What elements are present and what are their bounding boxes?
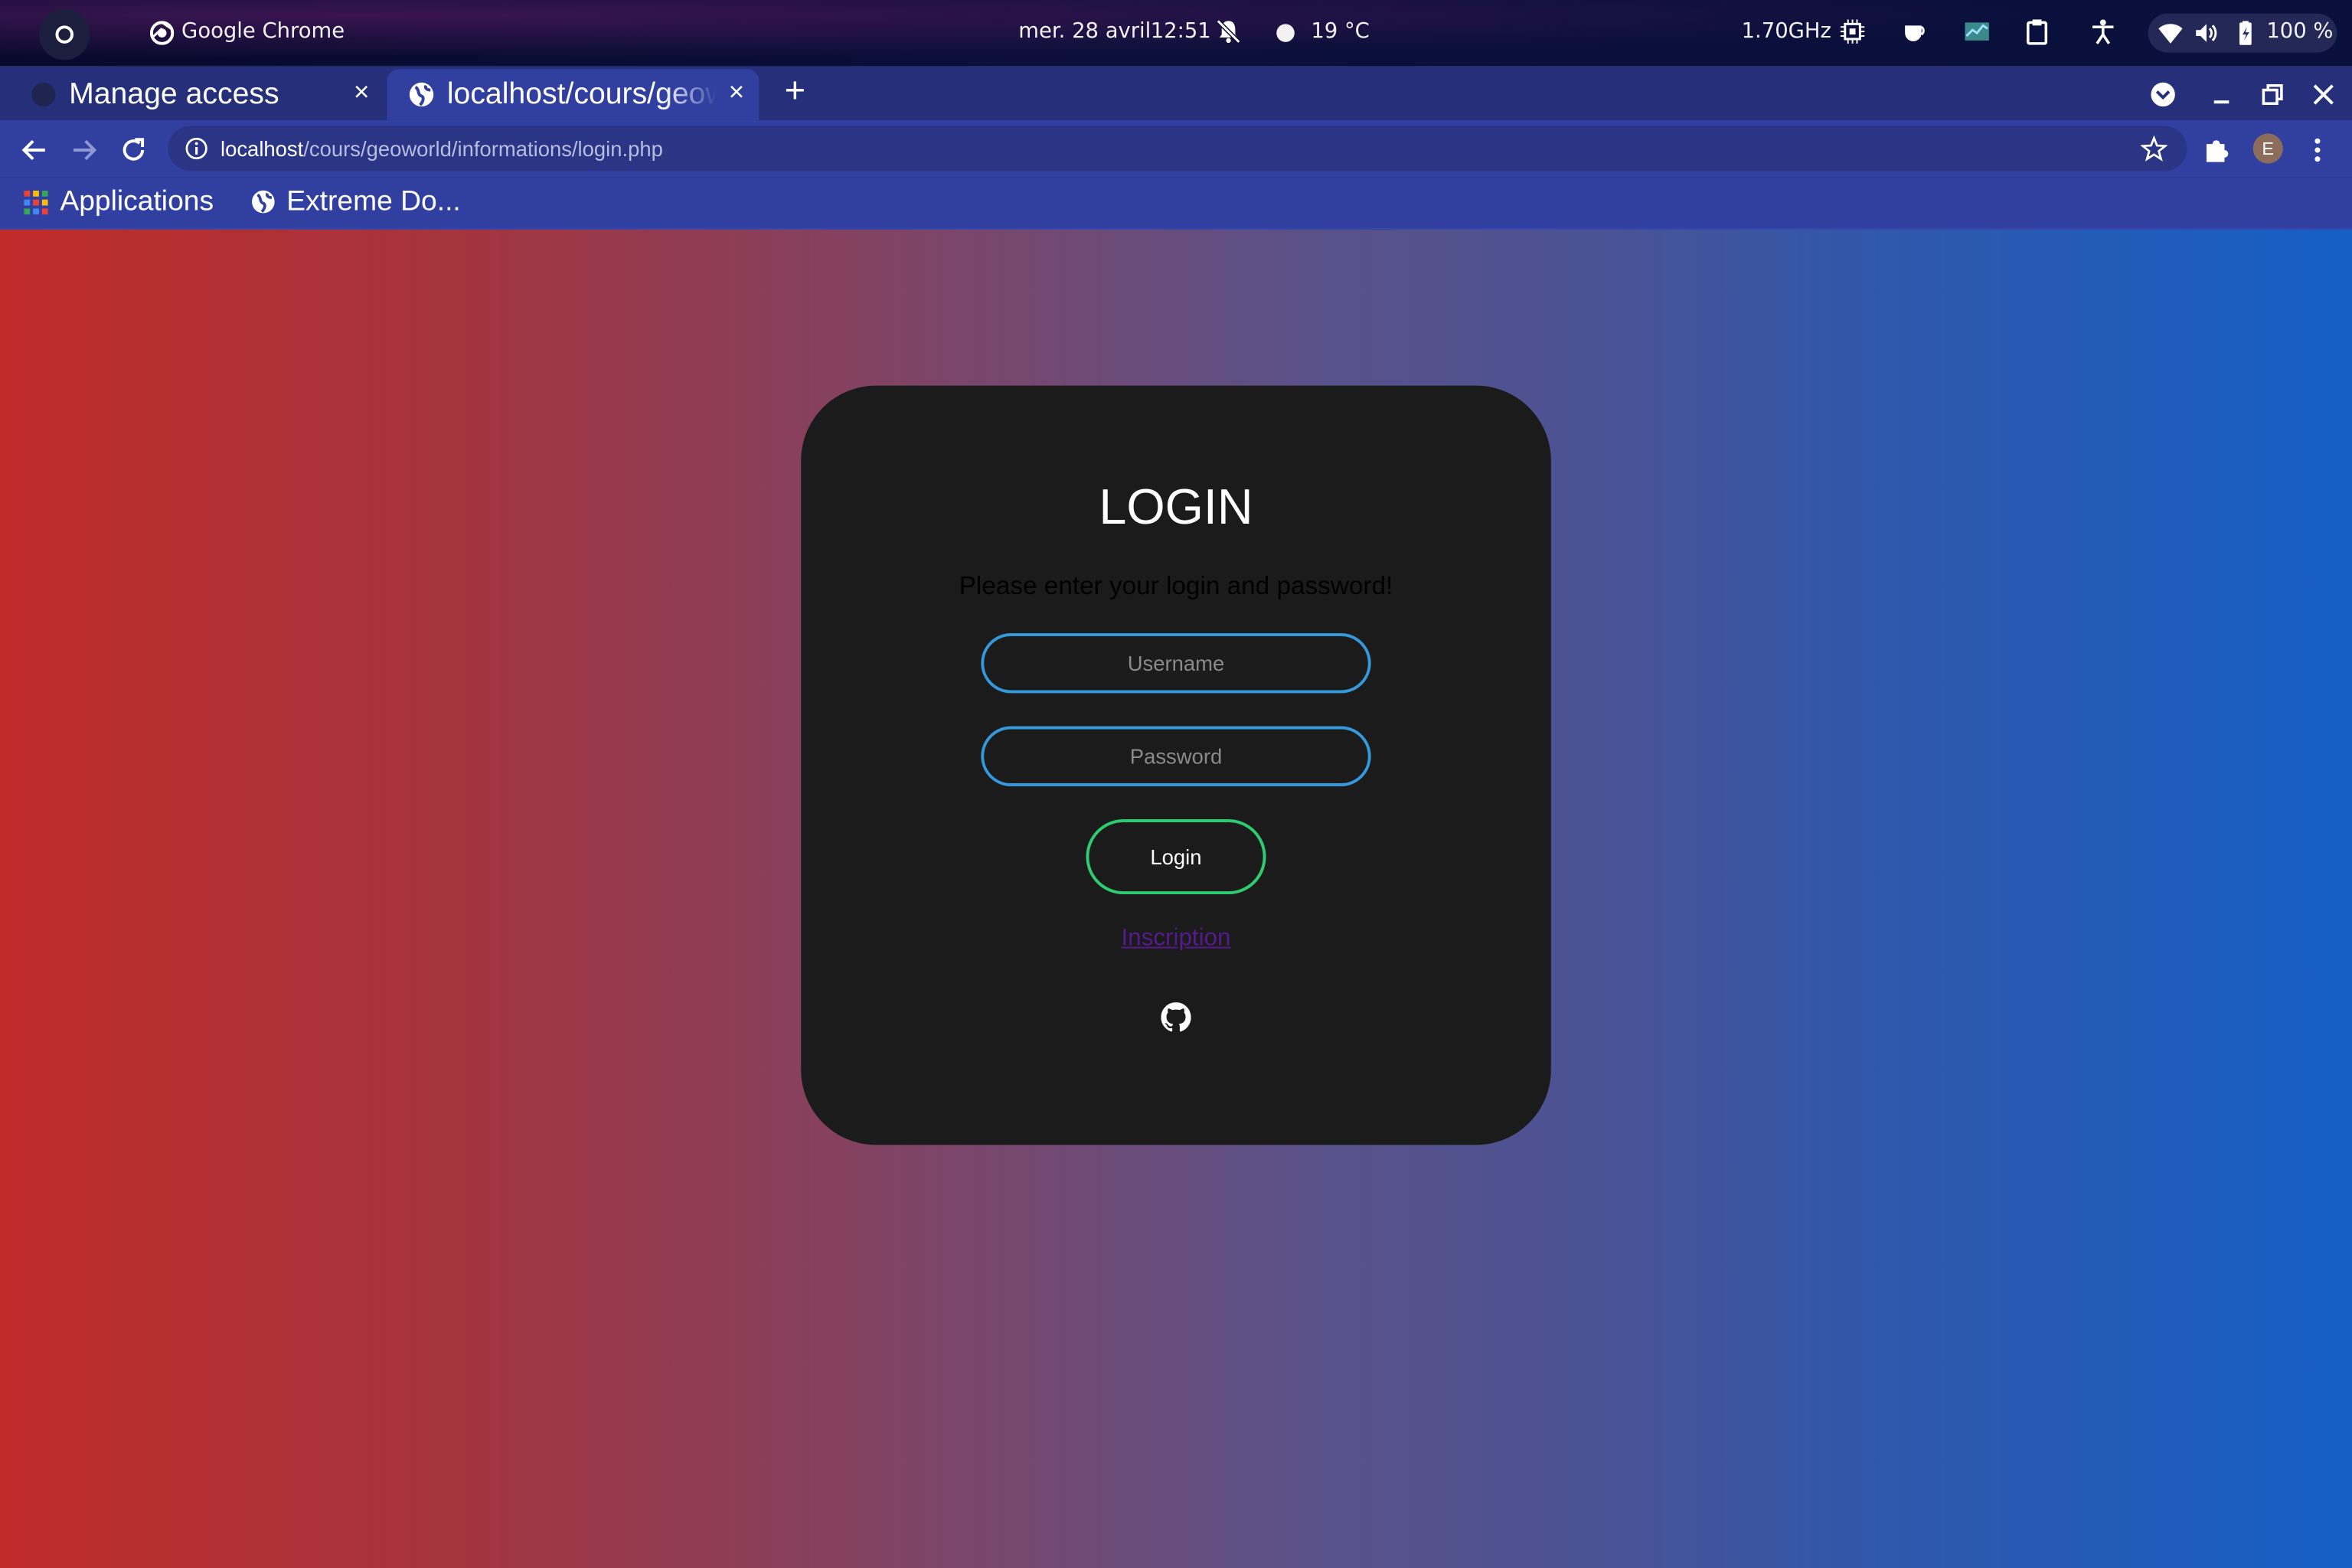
coffee-icon[interactable] xyxy=(1902,18,1929,45)
reload-icon[interactable] xyxy=(117,133,150,166)
weather-icon xyxy=(1276,24,1295,42)
tab-close-icon[interactable]: × xyxy=(348,78,375,105)
weather-temperature: 19 °C xyxy=(1311,19,1370,44)
cpu-frequency: 1.70GHz xyxy=(1741,19,1831,44)
browser-toolbar: localhost/cours/geoworld/informations/lo… xyxy=(0,119,2352,178)
bookmark-applications[interactable]: Applications xyxy=(60,186,214,219)
close-window-icon[interactable] xyxy=(2307,78,2340,111)
page-content: LOGIN Please enter your login and passwo… xyxy=(0,229,2352,1568)
inscription-link[interactable]: Inscription xyxy=(1122,926,1231,951)
tab-search-icon[interactable] xyxy=(2147,78,2180,111)
github-icon[interactable] xyxy=(1161,1002,1191,1032)
active-app-name: Google Chrome xyxy=(181,19,345,44)
battery-icon xyxy=(2239,21,2252,45)
minimize-icon[interactable] xyxy=(2205,78,2238,111)
login-card: LOGIN Please enter your login and passwo… xyxy=(801,385,1551,1145)
url-path: /cours/geoworld/informations/login.php xyxy=(303,136,663,161)
login-button[interactable]: Login xyxy=(1086,819,1266,895)
battery-percent: 100 % xyxy=(2266,19,2334,44)
profile-avatar[interactable]: E xyxy=(2252,133,2283,164)
login-title: LOGIN xyxy=(1099,479,1253,534)
tab-title: localhost/cours/geoworld/informations/lo… xyxy=(446,77,717,112)
accessibility-icon[interactable] xyxy=(2089,18,2116,45)
clock-date: mer. 28 avril xyxy=(1018,19,1152,44)
back-arrow-icon[interactable] xyxy=(18,133,51,166)
login-subtitle: Please enter your login and password! xyxy=(959,571,1393,600)
site-info-icon[interactable] xyxy=(185,136,208,160)
tab-title: Manage access xyxy=(69,77,279,112)
globe-icon xyxy=(252,190,275,214)
url-text[interactable]: localhost/cours/geoworld/informations/lo… xyxy=(220,136,663,160)
tab-strip: Manage access × localhost/cours/geoworld… xyxy=(0,66,2352,120)
system-top-bar: Google Chrome mer. 28 avril 12:51 19 °C … xyxy=(0,0,2352,67)
password-input[interactable] xyxy=(981,726,1371,786)
tab-close-icon[interactable]: × xyxy=(723,78,750,105)
volume-icon xyxy=(2196,24,2217,42)
url-host: localhost xyxy=(220,136,304,161)
system-monitor-icon[interactable] xyxy=(1964,18,1991,45)
register-link-container: Inscription xyxy=(801,926,1551,952)
extensions-icon[interactable] xyxy=(2200,133,2233,166)
apps-grid-icon xyxy=(24,190,48,215)
cpu-icon xyxy=(1840,19,1865,44)
github-favicon-icon xyxy=(31,82,56,107)
tab-login-page[interactable]: localhost/cours/geoworld/informations/lo… xyxy=(387,69,760,120)
bookmarks-bar: Applications Extreme Do... xyxy=(0,177,2352,230)
notifications-off-icon[interactable] xyxy=(1215,18,1242,45)
bookmark-extreme-do[interactable]: Extreme Do... xyxy=(286,186,461,219)
chrome-icon xyxy=(149,21,175,45)
launcher-button[interactable] xyxy=(38,8,90,60)
restore-icon[interactable] xyxy=(2256,78,2289,111)
tab-manage-access[interactable]: Manage access × xyxy=(9,69,384,120)
menu-kebab-icon[interactable] xyxy=(2301,133,2334,166)
new-tab-button[interactable]: + xyxy=(777,73,813,111)
wifi-icon xyxy=(2158,24,2183,44)
status-tray[interactable]: 100 % xyxy=(2148,13,2337,53)
clock-time: 12:51 xyxy=(1150,19,1211,44)
clipboard-icon[interactable] xyxy=(2024,18,2050,45)
globe-favicon-icon xyxy=(409,82,434,107)
username-input[interactable] xyxy=(981,633,1371,694)
forward-arrow-icon[interactable] xyxy=(67,133,100,166)
bookmark-star-icon[interactable] xyxy=(2140,135,2168,162)
address-bar[interactable]: localhost/cours/geoworld/informations/lo… xyxy=(168,126,2187,172)
